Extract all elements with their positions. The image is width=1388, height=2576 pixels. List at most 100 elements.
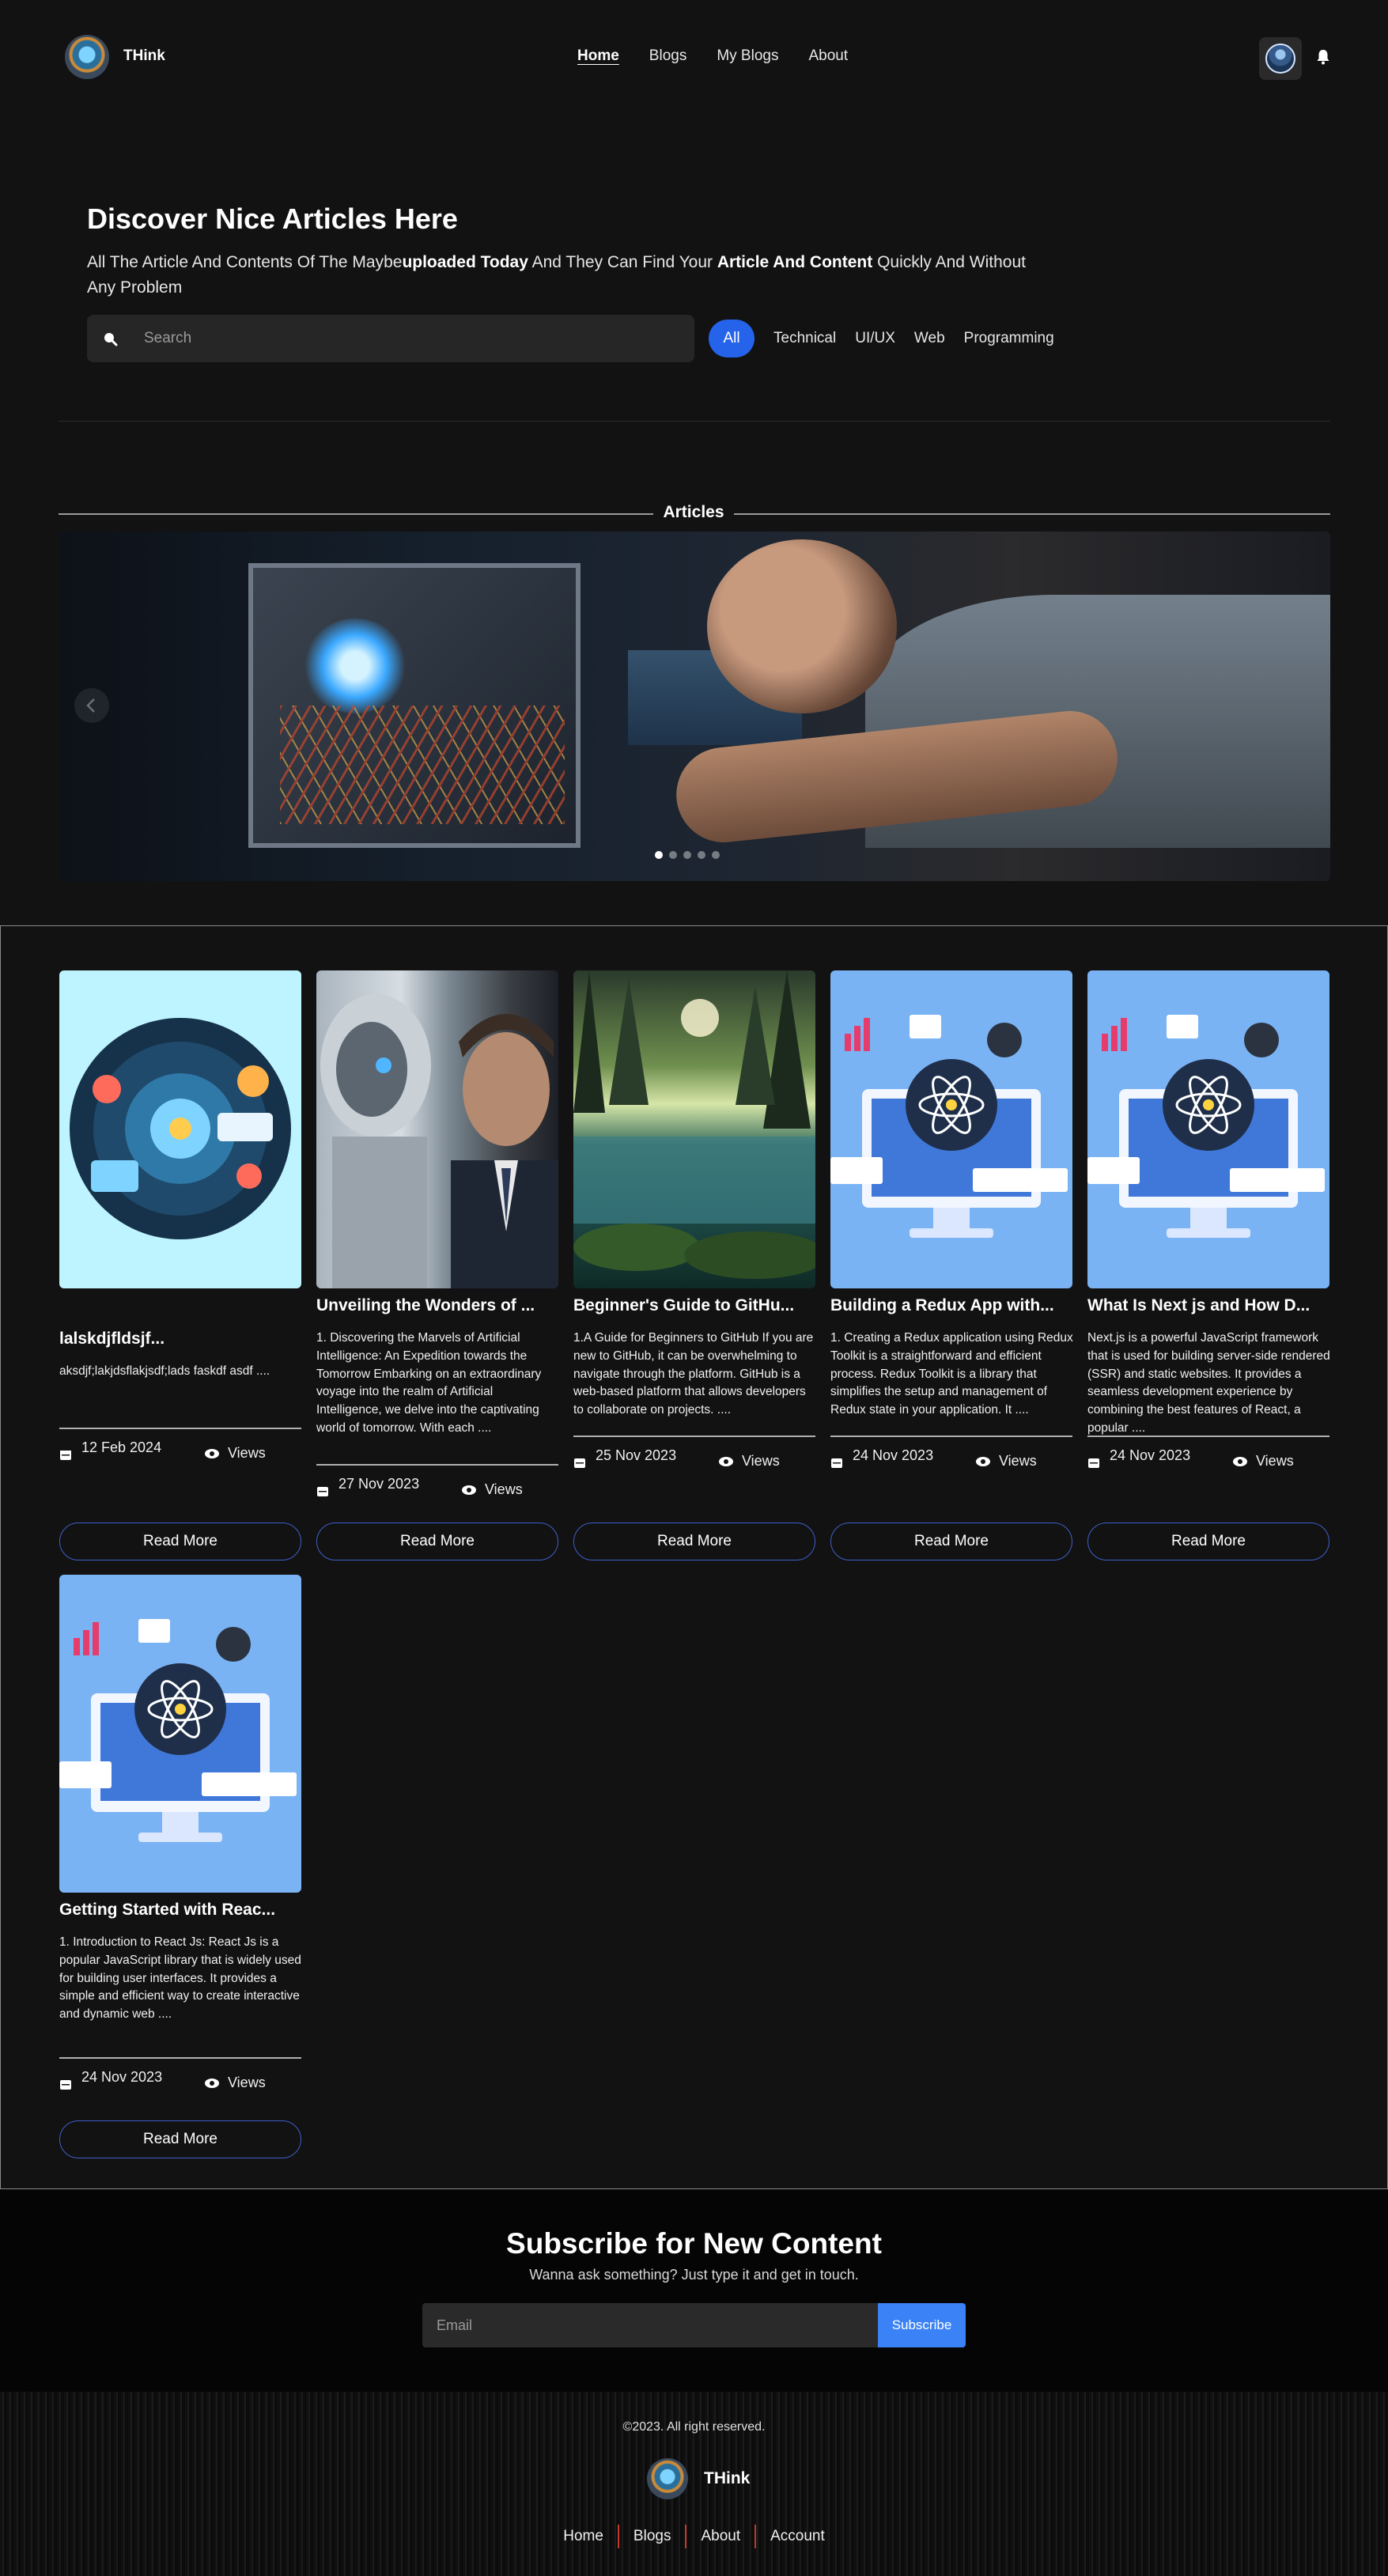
carousel-dot[interactable]	[712, 851, 720, 859]
card-title[interactable]: Beginner's Guide to GitHu...	[573, 1296, 815, 1315]
card-views: Views	[204, 2075, 266, 2091]
carousel-dot[interactable]	[669, 851, 677, 859]
subscribe-button[interactable]: Subscribe	[878, 2303, 966, 2347]
calendar-icon	[1088, 1458, 1099, 1468]
read-more-button[interactable]: Read More	[316, 1523, 558, 1560]
card-thumbnail[interactable]	[830, 970, 1072, 1288]
react-computer-illustration-icon	[59, 1619, 297, 1842]
article-card: Beginner's Guide to GitHu... 1.A Guide f…	[573, 970, 815, 1560]
card-description: 1. Introduction to React Js: React Js is…	[59, 1935, 301, 2022]
article-card: Building a Redux App with... 1. Creating…	[830, 970, 1073, 1560]
eye-icon	[719, 1456, 733, 1466]
read-more-button[interactable]: Read More	[573, 1523, 815, 1560]
footer-logo-icon[interactable]	[647, 2458, 688, 2499]
card-title[interactable]: Unveiling the Wonders of ...	[316, 1296, 558, 1315]
card-thumbnail[interactable]	[59, 970, 301, 1288]
card-title[interactable]: Getting Started with Reac...	[59, 1901, 301, 1920]
eye-icon	[205, 2078, 219, 2088]
footer-link-about[interactable]: About	[686, 2528, 755, 2545]
read-more-button[interactable]: Read More	[59, 2120, 301, 2158]
read-more-button[interactable]: Read More	[1087, 1523, 1329, 1560]
card-date: 24 Nov 2023	[1110, 1447, 1191, 1463]
footer: ©2023. All right reserved. THink Home Bl…	[0, 2392, 1388, 2576]
footer-link-account[interactable]: Account	[756, 2528, 839, 2545]
read-more-button[interactable]: Read More	[830, 1523, 1072, 1560]
carousel-dot[interactable]	[683, 851, 691, 859]
nav-blogs[interactable]: Blogs	[649, 47, 687, 65]
card-title[interactable]: What Is Next js and How D...	[1087, 1296, 1329, 1315]
carousel-dot[interactable]	[655, 851, 663, 859]
card-views: Views	[718, 1453, 780, 1470]
subscribe-section	[0, 2189, 1388, 2392]
carousel-prev-button[interactable]	[74, 688, 109, 723]
eye-icon	[1233, 1456, 1247, 1466]
react-computer-illustration-icon	[1087, 1015, 1325, 1238]
footer-link-blogs[interactable]: Blogs	[619, 2528, 686, 2545]
search-box	[87, 315, 694, 362]
search-icon	[104, 333, 118, 346]
card-divider	[316, 1464, 558, 1466]
card-description: 1. Creating a Redux application using Re…	[830, 1331, 1073, 1417]
filter-technical[interactable]: Technical	[773, 330, 836, 347]
card-title[interactable]: lalskdjfldsjf...	[59, 1330, 301, 1349]
calendar-icon	[60, 1451, 71, 1460]
card-views: Views	[975, 1453, 1037, 1470]
article-carousel[interactable]	[59, 531, 1330, 881]
carousel-image-wires	[280, 705, 565, 824]
articles-grid: lalskdjfldsjf... aksdjf;lakjdsflakjsdf;l…	[0, 925, 1388, 2189]
nav-home[interactable]: Home	[577, 47, 619, 65]
brand-name[interactable]: THink	[123, 47, 165, 65]
nav-about[interactable]: About	[808, 47, 848, 65]
card-views: Views	[204, 1445, 266, 1462]
eye-icon	[976, 1456, 990, 1466]
card-views: Views	[461, 1481, 523, 1498]
carousel-dot[interactable]	[698, 851, 705, 859]
nav-my-blogs[interactable]: My Blogs	[717, 47, 778, 65]
eye-icon	[205, 1448, 219, 1458]
card-thumbnail[interactable]	[1087, 970, 1329, 1288]
card-date: 25 Nov 2023	[596, 1447, 677, 1463]
card-description: 1.A Guide for Beginners to GitHub If you…	[573, 1331, 814, 1417]
copyright-text: ©2023. All right reserved.	[622, 2420, 766, 2434]
avatar	[1265, 44, 1295, 74]
card-thumbnail[interactable]	[59, 1575, 301, 1893]
card-title[interactable]: Building a Redux App with...	[830, 1296, 1072, 1315]
logo-icon[interactable]	[65, 35, 109, 79]
articles-line-left	[59, 513, 653, 515]
filter-all[interactable]: All	[709, 320, 755, 357]
card-description: aksdjf;lakjdsflakjsdf;lads faskdf asdf .…	[59, 1364, 270, 1378]
forest-river-photo-icon	[573, 970, 815, 1279]
carousel-dots	[655, 851, 720, 859]
filter-uiux[interactable]: UI/UX	[855, 330, 895, 347]
bell-icon[interactable]	[1316, 49, 1330, 65]
footer-brand[interactable]: THink	[704, 2469, 750, 2488]
hero-subtitle: All The Article And Contents Of The Mayb…	[87, 253, 1026, 297]
read-more-button[interactable]: Read More	[59, 1523, 301, 1560]
card-divider	[573, 1436, 815, 1437]
hero-title: Discover Nice Articles Here	[87, 202, 458, 235]
section-divider	[59, 421, 1330, 422]
react-computer-illustration-icon	[830, 1015, 1068, 1238]
subscribe-title: Subscribe for New Content	[506, 2227, 882, 2260]
email-field[interactable]	[422, 2303, 878, 2347]
main-nav: Home Blogs My Blogs About	[577, 47, 848, 65]
calendar-icon	[317, 1487, 328, 1496]
card-views: Views	[1232, 1453, 1294, 1470]
card-date: 24 Nov 2023	[81, 2069, 163, 2085]
filter-programming[interactable]: Programming	[964, 330, 1054, 347]
card-thumbnail[interactable]	[573, 970, 815, 1288]
filter-web[interactable]: Web	[914, 330, 945, 347]
calendar-icon	[831, 1458, 842, 1468]
profile-button[interactable]	[1259, 37, 1302, 80]
ai-brain-illustration-icon	[70, 1018, 291, 1239]
card-description: Next.js is a powerful JavaScript framewo…	[1087, 1331, 1330, 1435]
footer-link-home[interactable]: Home	[549, 2528, 618, 2545]
subscribe-description: Wanna ask something? Just type it and ge…	[529, 2267, 859, 2283]
eye-icon	[462, 1485, 476, 1495]
card-divider	[830, 1436, 1072, 1437]
article-card: Getting Started with Reac... 1. Introduc…	[59, 1575, 301, 2165]
search-input[interactable]	[144, 315, 682, 362]
top-header: THink Home Blogs My Blogs About	[0, 0, 1388, 115]
card-thumbnail[interactable]	[316, 970, 558, 1288]
carousel-image-light	[304, 618, 407, 713]
